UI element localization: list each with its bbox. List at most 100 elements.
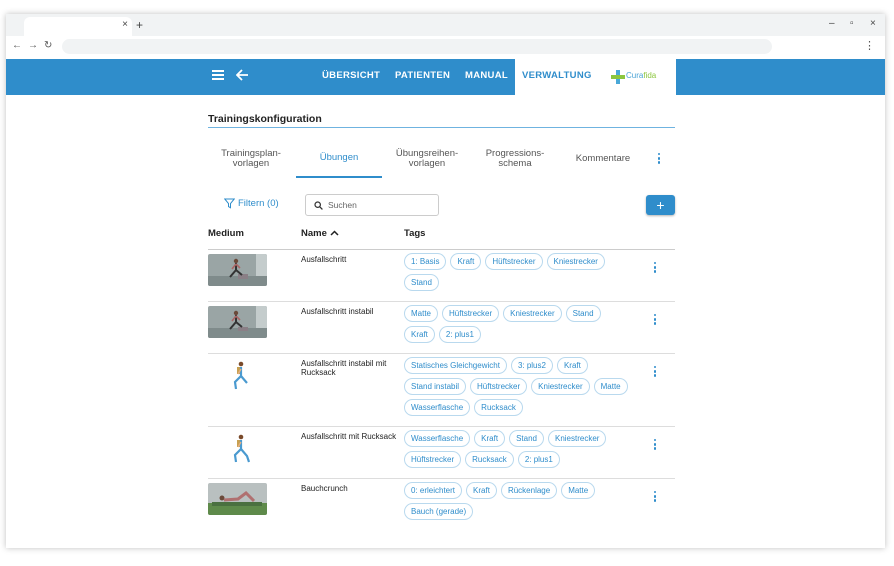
add-exercise-button[interactable]: + [646,195,675,215]
tag-chip[interactable]: 1: Basis [404,253,447,270]
tab-kommentare[interactable]: Kommentare [560,140,646,178]
tag-chip[interactable]: 2: plus1 [438,326,481,343]
exercise-thumbnail [208,360,267,392]
tag-chip[interactable]: Wasserflasche [404,399,471,416]
exercise-thumbnail [208,433,267,465]
filter-button[interactable]: Filtern (0) [224,198,279,209]
tag-list: 1: Basis Kraft Hüftstrecker Kniestrecker… [404,253,634,295]
tag-chip[interactable]: Rückenlage [500,482,558,499]
tag-chip[interactable]: Stand [565,305,601,322]
search-field[interactable] [305,194,439,216]
new-tab-icon[interactable]: + [136,18,143,32]
tab-uebungen[interactable]: Übungen [296,140,382,178]
title-divider [208,127,675,128]
browser-back-icon[interactable]: ← [12,40,22,51]
table-row[interactable]: Ausfallschritt mit Rucksack Wasserflasch… [208,427,675,479]
tag-chip[interactable]: Kraft [404,326,435,343]
tag-chip[interactable]: Kniestrecker [503,305,562,322]
table-row[interactable]: Bauchcrunch 0: erleichtert Kraft Rückenl… [208,479,675,531]
maximize-icon[interactable]: ▫ [850,18,854,29]
browser-window: × + – ▫ × ← → ↻ ⋮ ÜBERSICHT PATIENTEN MA… [6,14,885,548]
tag-chip[interactable]: Stand [404,274,439,291]
exercise-name: Ausfallschritt instabil mit Rucksack [301,359,387,377]
row-menu-icon[interactable] [652,491,658,505]
search-input[interactable] [328,200,428,210]
hamburger-menu-icon[interactable] [212,70,224,80]
column-header-tags: Tags [404,228,426,239]
nav-item-uebersicht[interactable]: ÜBERSICHT [322,59,380,95]
tag-chip[interactable]: Hüftstrecker [404,451,462,468]
tab-trainingsplanvorlagen[interactable]: Trainingsplan-vorlagen [208,140,294,178]
tag-chip[interactable]: Wasserflasche [404,430,471,447]
browser-forward-icon[interactable]: → [28,40,38,51]
tag-chip[interactable]: 3: plus2 [510,357,553,374]
column-header-medium: Medium [208,228,244,239]
tag-chip[interactable]: Matte [593,378,628,395]
tag-chip[interactable]: Bauch (gerade) [404,503,474,520]
back-arrow-icon[interactable] [236,69,249,81]
row-menu-icon[interactable] [652,314,658,328]
filter-icon [224,198,235,209]
tag-list: Matte Hüftstrecker Kniestrecker Stand Kr… [404,305,634,347]
tag-chip[interactable]: Kraft [474,430,506,447]
exercise-thumbnail [208,306,267,338]
tag-chip[interactable]: 0: erleichtert [404,482,463,499]
table-row[interactable]: Ausfallschritt 1: Basis Kraft Hüftstreck… [208,250,675,302]
tag-chip[interactable]: Kraft [466,482,497,499]
tag-list: Wasserflasche Kraft Stand Kniestrecker H… [404,430,634,472]
reload-icon[interactable]: ↻ [44,40,52,51]
tag-list: 0: erleichtert Kraft Rückenlage Matte Ba… [404,482,634,524]
exercise-name: Bauchcrunch [301,484,348,493]
nav-item-manual[interactable]: MANUAL [465,59,508,95]
tag-chip[interactable]: Kniestrecker [531,378,590,395]
sort-ascending-icon [330,228,339,239]
row-menu-icon[interactable] [652,439,658,453]
address-bar[interactable] [62,39,772,54]
tab-uebungsreihenvorlagen[interactable]: Übungsreihen-vorlagen [384,140,470,178]
logo-text-cura: Cura [626,71,644,80]
browser-tab[interactable]: × [24,17,132,36]
column-header-name[interactable]: Name [301,228,339,239]
tag-chip[interactable]: Kraft [556,357,588,374]
search-icon [314,200,323,210]
tag-list: Statisches Gleichgewicht 3: plus2 Kraft … [404,357,634,420]
minimize-icon[interactable]: – [829,18,835,29]
exercise-thumbnail [208,254,267,286]
tab-close-icon[interactable]: × [122,19,128,30]
tag-chip[interactable]: Kraft [450,253,482,270]
tag-chip[interactable]: Matte [404,305,439,322]
nav-item-patienten[interactable]: PATIENTEN [395,59,450,95]
exercise-name: Ausfallschritt mit Rucksack [301,432,397,441]
tag-chip[interactable]: Hüftstrecker [485,253,543,270]
window-close-icon[interactable]: × [870,18,876,29]
tag-chip[interactable]: 2: plus1 [517,451,560,468]
browser-toolbar: ← → ↻ ⋮ [6,36,885,58]
tag-chip[interactable]: Hüftstrecker [470,378,528,395]
tag-chip[interactable]: Rucksack [465,451,514,468]
table-row[interactable]: Ausfallschritt instabil Matte Hüftstreck… [208,302,675,354]
browser-menu-icon[interactable]: ⋮ [864,39,875,52]
nav-item-verwaltung[interactable]: VERWALTUNG [515,59,599,95]
logo-text-fida: fida [643,71,657,80]
tag-chip[interactable]: Hüftstrecker [442,305,500,322]
logo-cross-icon [611,70,625,84]
tag-chip[interactable]: Matte [561,482,596,499]
more-tabs-icon[interactable] [655,153,663,167]
exercise-name: Ausfallschritt [301,255,347,264]
subtab-bar: Trainingsplan-vorlagen Übungen Übungsrei… [208,140,675,178]
table-row[interactable]: Ausfallschritt instabil mit Rucksack Sta… [208,354,675,427]
exercise-thumbnail [208,483,267,515]
curafida-logo: Curafida [598,59,676,95]
tag-chip[interactable]: Stand [509,430,544,447]
row-menu-icon[interactable] [652,262,658,276]
tag-chip[interactable]: Statisches Gleichgewicht [404,357,507,374]
tag-chip[interactable]: Stand instabil [404,378,467,395]
filter-label: Filtern (0) [238,198,279,209]
tab-progressionsschema[interactable]: Progressions-schema [472,140,558,178]
browser-tabstrip: × + – ▫ × [6,14,885,36]
row-menu-icon[interactable] [652,366,658,380]
tag-chip[interactable]: Kniestrecker [546,253,605,270]
tag-chip[interactable]: Rucksack [474,399,523,416]
tag-chip[interactable]: Kniestrecker [547,430,607,447]
app-header: ÜBERSICHT PATIENTEN MANUAL VERWALTUNG Cu… [6,59,885,95]
